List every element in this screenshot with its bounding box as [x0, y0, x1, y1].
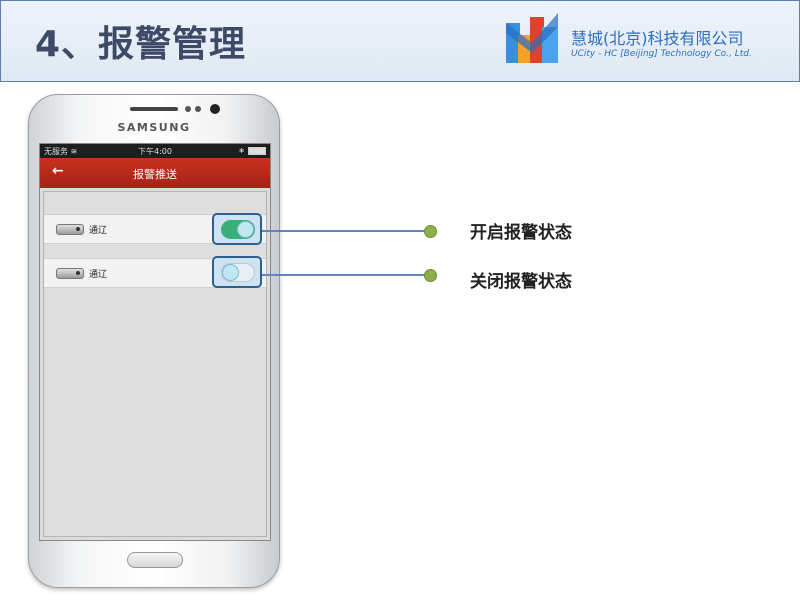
phone-screen: 无服务 ≋ 下午4:00 ∗ ← 报警推送 通辽 通辽 [39, 143, 271, 541]
app-titlebar: ← 报警推送 [40, 158, 270, 188]
screen-title: 报警推送 [133, 168, 177, 181]
company-logo-icon [506, 13, 558, 63]
callout-dot-on [424, 225, 437, 238]
phone-sensor [185, 106, 191, 112]
callout-label-on: 开启报警状态 [470, 223, 572, 243]
slide-header: 4、报警管理 慧城(北京)科技有限公司 UCity - HC [Beijing]… [0, 0, 800, 82]
callout-line-off [262, 274, 426, 276]
phone-home-button[interactable] [127, 552, 183, 568]
company-name-cn: 慧城(北京)科技有限公司 [571, 29, 744, 48]
battery-icon [248, 146, 266, 155]
callout-line-on [262, 230, 426, 232]
status-right: ∗ [238, 146, 266, 155]
toggle-highlight-on [212, 213, 262, 245]
bluetooth-icon: ∗ [238, 146, 245, 155]
status-bar: 无服务 ≋ 下午4:00 ∗ [40, 144, 270, 158]
alarm-toggle-off[interactable] [221, 263, 255, 282]
list-item-label: 通辽 [89, 270, 108, 280]
phone-camera [210, 104, 220, 114]
status-time: 下午4:00 [138, 147, 172, 156]
callout-dot-off [424, 269, 437, 282]
callout-label-off: 关闭报警状态 [470, 272, 572, 292]
phone-speaker [130, 107, 178, 111]
phone-brand: SAMSUNG [117, 121, 191, 134]
toggle-highlight-off [212, 256, 262, 288]
company-name-en: UCity - HC [Beijing] Technology Co., Ltd… [571, 49, 752, 59]
phone-sensor [195, 106, 201, 112]
toggle-knob [237, 221, 254, 238]
toggle-knob [222, 264, 239, 281]
alarm-toggle-on[interactable] [221, 220, 255, 239]
slide-title: 4、报警管理 [35, 24, 247, 65]
camera-device-icon [56, 224, 84, 235]
phone-mockup: SAMSUNG 无服务 ≋ 下午4:00 ∗ ← 报警推送 通辽 通辽 [28, 94, 280, 588]
list-item-label: 通辽 [89, 226, 108, 236]
camera-device-icon [56, 268, 84, 279]
